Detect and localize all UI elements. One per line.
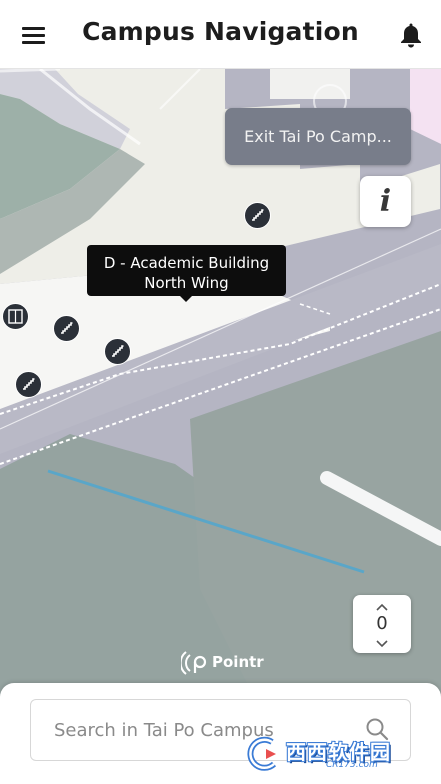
site-watermark: 西西软件园 CR173.com bbox=[246, 734, 424, 774]
stairs-icon bbox=[112, 345, 124, 357]
notifications-button[interactable] bbox=[396, 20, 426, 50]
stairs-marker[interactable] bbox=[15, 371, 42, 398]
menu-button[interactable] bbox=[18, 22, 50, 48]
watermark-logo-icon bbox=[247, 736, 277, 771]
pointr-logo: Pointr bbox=[179, 649, 264, 677]
floor-level: 0 bbox=[376, 613, 388, 634]
floor-down-button[interactable] bbox=[353, 636, 411, 650]
pointr-label: Pointr bbox=[212, 653, 264, 671]
stairs-marker[interactable] bbox=[244, 202, 271, 229]
stairs-marker[interactable] bbox=[53, 315, 80, 342]
app-screen: Campus Navigation Exit Tai Po Camp... i … bbox=[0, 0, 441, 784]
floor-up-button[interactable] bbox=[353, 599, 411, 613]
chevron-up-icon bbox=[376, 603, 388, 611]
tooltip-line-2: North Wing bbox=[144, 274, 229, 292]
stairs-icon bbox=[23, 378, 35, 390]
stairs-icon bbox=[252, 209, 264, 221]
app-header: Campus Navigation bbox=[0, 0, 441, 69]
building-tooltip[interactable]: D - Academic Building North Wing bbox=[87, 245, 286, 302]
watermark-domain: CR173.com bbox=[326, 760, 378, 770]
chevron-down-icon bbox=[376, 640, 388, 648]
tooltip-line-1: D - Academic Building bbox=[103, 254, 270, 272]
stairs-icon bbox=[61, 322, 73, 334]
campus-map[interactable]: Exit Tai Po Camp... i D - Academic Build… bbox=[0, 69, 441, 699]
bell-icon bbox=[401, 23, 421, 48]
signal-icon bbox=[179, 651, 207, 675]
elevator-marker[interactable] bbox=[2, 303, 29, 330]
info-icon: i bbox=[379, 184, 392, 219]
floor-selector: 0 bbox=[353, 595, 411, 653]
stairs-marker[interactable] bbox=[104, 338, 131, 365]
page-title: Campus Navigation bbox=[82, 17, 359, 46]
info-button[interactable]: i bbox=[360, 176, 411, 227]
elevator-icon bbox=[8, 309, 23, 324]
exit-campus-button[interactable]: Exit Tai Po Camp... bbox=[225, 108, 411, 165]
